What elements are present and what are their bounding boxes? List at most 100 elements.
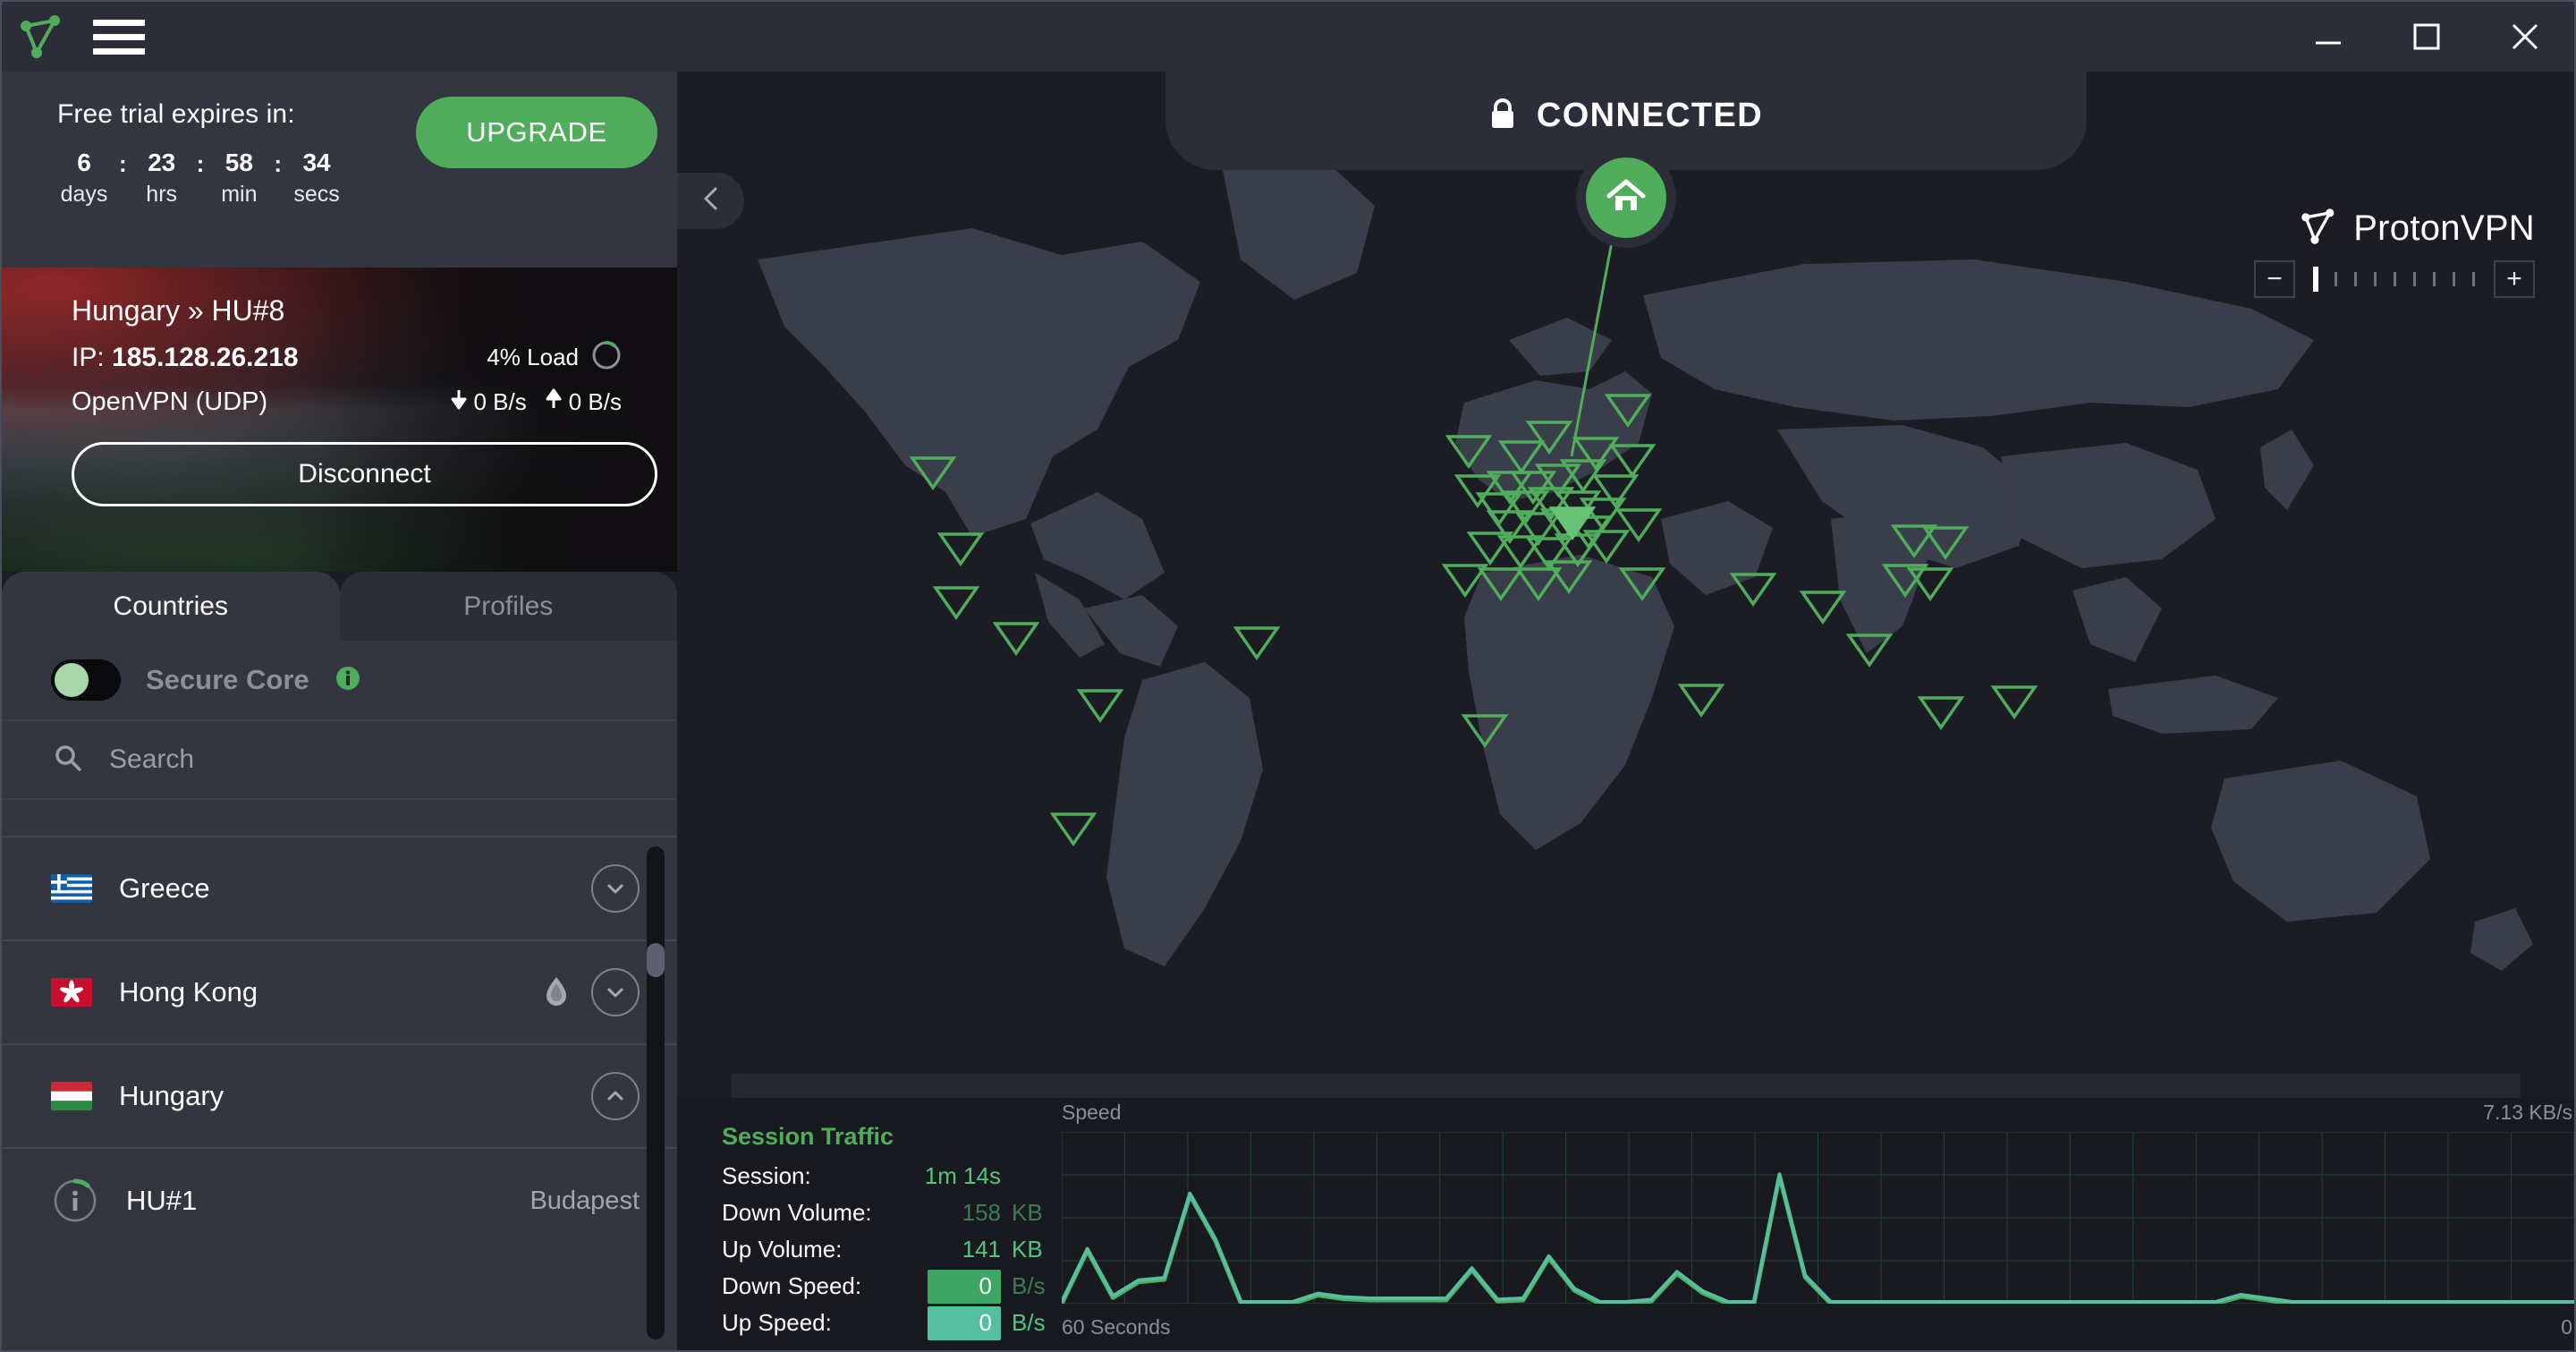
server-load-text: 4% Load [487, 344, 579, 370]
session-traffic-title: Session Traffic [722, 1123, 894, 1150]
connected-server-name: Hungary » HU#8 [72, 294, 285, 327]
countdown-days-value: 6 [77, 149, 91, 176]
toggle-knob [55, 663, 89, 697]
upgrade-button[interactable]: UPGRADE [416, 97, 657, 168]
flag-greece-icon [51, 874, 92, 903]
secure-core-label: Secure Core [146, 664, 309, 695]
traffic-label: Session: [722, 1162, 811, 1189]
countdown-minutes-value: 58 [225, 149, 253, 176]
zoom-tick-7[interactable] [2424, 272, 2444, 286]
zoom-in-button[interactable]: + [2494, 260, 2535, 298]
ip-label: IP: [72, 342, 105, 372]
trial-left: Free trial expires in: 6 days : 23 hrs : [2, 91, 343, 208]
home-icon [1604, 174, 1648, 223]
chart-top-labels: Speed 7.13 KB/s [1062, 1098, 2574, 1128]
zoom-tick-6[interactable] [2404, 272, 2424, 286]
server-info-icon[interactable] [51, 1177, 99, 1225]
traffic-label: Down Speed: [722, 1272, 862, 1299]
zoom-tick-3[interactable] [2345, 272, 2365, 286]
zoom-tick-1[interactable] [2306, 267, 2326, 292]
server-name: HU#1 [126, 1185, 198, 1216]
hamburger-menu-icon[interactable] [93, 11, 148, 63]
download-arrow-icon [450, 388, 468, 416]
traffic-label: Down Volume: [722, 1199, 872, 1226]
chart-ylabel: Speed [1062, 1101, 1122, 1124]
info-icon[interactable] [335, 665, 361, 696]
search-input[interactable] [109, 744, 538, 775]
download-speed-value: 0 B/s [473, 388, 527, 415]
close-icon[interactable] [2476, 2, 2574, 72]
countdown-days-label: days [60, 182, 108, 208]
zoom-tick-9[interactable] [2463, 272, 2483, 286]
protonvpn-logo-icon [2300, 208, 2339, 250]
tab-profiles[interactable]: Profiles [339, 572, 677, 641]
country-row-greece[interactable]: Greece [2, 838, 677, 941]
upload-arrow-icon [545, 388, 563, 416]
countdown-minutes-label: min [221, 182, 258, 208]
country-name: Greece [119, 872, 210, 904]
chart-bottom-labels: 60 Seconds 0 [1062, 1315, 2574, 1339]
ip-value: 185.128.26.218 [112, 342, 299, 372]
zoom-tick-4[interactable] [2365, 272, 2385, 286]
maximize-icon[interactable] [2377, 2, 2476, 72]
traffic-unit: B/s [1012, 1272, 1046, 1299]
free-trial-banner: Free trial expires in: 6 days : 23 hrs : [2, 72, 677, 268]
map-panel: CONNECTED ProtonVPN − + Session Traffic … [677, 72, 2574, 1350]
traffic-row-down-speed: Down Speed: 0 B/s [722, 1268, 1062, 1305]
country-list-items: Greece Hong Kong Hungary HU#1 Budapest [2, 800, 677, 1350]
scrollbar-thumb[interactable] [647, 943, 665, 977]
vpn-protocol: OpenVPN (UDP) [72, 387, 268, 416]
chart-ymax-label: 7.13 KB/s [2483, 1101, 2572, 1124]
flag-hungary-icon [51, 1082, 92, 1110]
tab-countries[interactable]: Countries [2, 572, 340, 641]
search-row [2, 721, 677, 800]
server-row-hu1[interactable]: HU#1 Budapest [2, 1149, 677, 1253]
connection-status-bar: CONNECTED [1165, 72, 2087, 170]
country-row-hungary[interactable]: Hungary [2, 1045, 677, 1149]
traffic-label: Up Volume: [722, 1236, 843, 1263]
upload-speed-value: 0 B/s [568, 388, 622, 415]
country-row-hong-kong[interactable]: Hong Kong [2, 941, 677, 1045]
down-speed-badge: 0 [928, 1269, 1001, 1304]
connection-status: CONNECTED [1488, 72, 1763, 135]
chevron-down-icon[interactable] [591, 968, 640, 1016]
traffic-value: 141 [962, 1236, 1001, 1263]
disconnect-button[interactable]: Disconnect [72, 442, 657, 506]
trial-title: Free trial expires in: [57, 99, 295, 129]
zoom-tick-5[interactable] [2385, 272, 2404, 286]
countdown-hours: 23 hrs [135, 149, 189, 208]
app-body: Free trial expires in: 6 days : 23 hrs : [2, 72, 2574, 1350]
sidebar-collapse-button[interactable] [677, 173, 744, 229]
chevron-left-icon [699, 184, 724, 217]
connection-card: Hungary » HU#8 IP: 185.128.26.218 4% Loa… [2, 268, 677, 572]
traffic-label: Up Speed: [722, 1309, 832, 1336]
chevron-down-icon[interactable] [591, 864, 640, 913]
world-map[interactable]: CONNECTED ProtonVPN − + [677, 72, 2574, 1098]
traffic-unit: B/s [1012, 1309, 1046, 1336]
minimize-icon[interactable] [2279, 2, 2377, 72]
secure-core-toggle[interactable] [51, 659, 121, 701]
countdown-hours-value: 23 [148, 149, 176, 176]
zoom-slider[interactable] [2299, 267, 2490, 292]
country-name: Hong Kong [119, 976, 258, 1008]
connection-ip: IP: 185.128.26.218 [72, 343, 299, 373]
list-item-partial[interactable] [2, 800, 677, 838]
server-load: 4% Load [487, 340, 622, 375]
brand: ProtonVPN [2254, 208, 2535, 250]
chart-plot-area [1062, 1132, 2574, 1304]
chart-svg [1062, 1132, 2574, 1304]
country-list-scrollbar[interactable] [647, 846, 665, 1339]
home-node-button[interactable] [1585, 157, 1666, 238]
connection-protocol-row: OpenVPN (UDP) 0 B/s 0 B/s [72, 387, 622, 417]
zoom-out-button[interactable]: − [2254, 260, 2295, 298]
protonvpn-logo-icon [14, 11, 70, 63]
download-speed: 0 B/s [450, 388, 527, 416]
countdown-separator: : [196, 150, 205, 177]
zoom-tick-2[interactable] [2326, 272, 2345, 286]
connection-details: Hungary » HU#8 IP: 185.128.26.218 4% Loa… [2, 268, 677, 506]
chevron-up-icon[interactable] [591, 1072, 640, 1120]
countdown-seconds: 34 secs [290, 149, 343, 208]
zoom-tick-8[interactable] [2444, 272, 2463, 286]
connection-speeds: 0 B/s 0 B/s [450, 388, 622, 416]
traffic-unit: KB [1012, 1199, 1043, 1226]
